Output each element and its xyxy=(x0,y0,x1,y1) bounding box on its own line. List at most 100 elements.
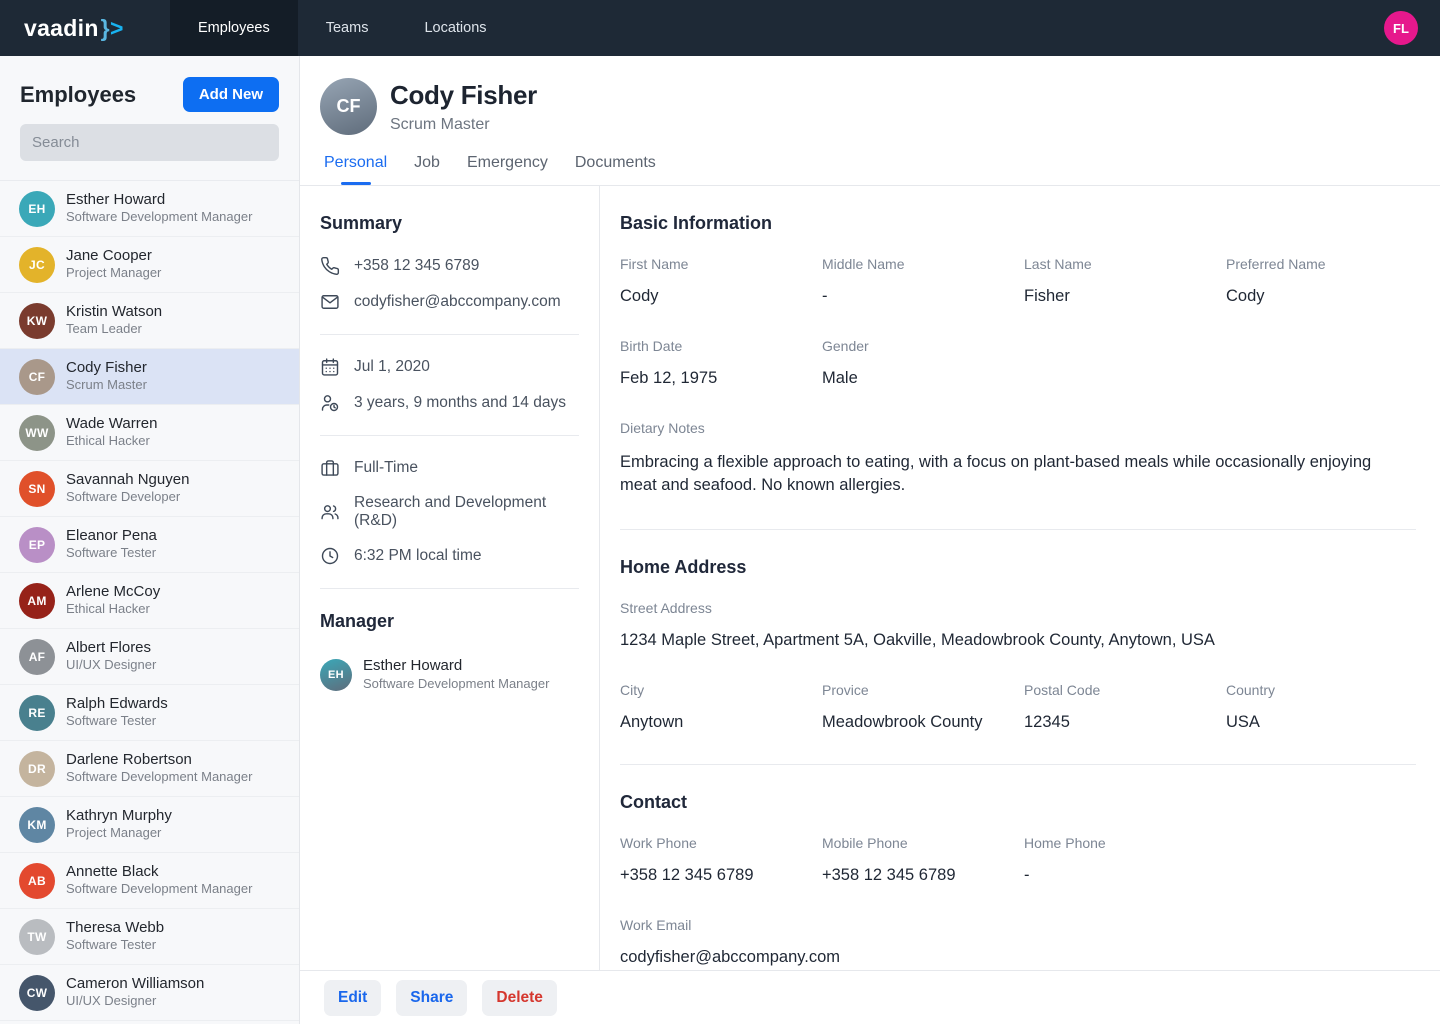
field-value: Embracing a flexible approach to eating,… xyxy=(620,451,1412,497)
employee-list-item[interactable]: CW Cameron Williamson UI/UX Designer xyxy=(0,965,299,1021)
employee-avatar: KM xyxy=(19,807,55,843)
sidebar-title: Employees xyxy=(20,82,136,108)
logo-arrow-icon: > xyxy=(110,15,124,42)
contact-heading: Contact xyxy=(620,792,1416,813)
top-navbar: vaadin}> Employees Teams Locations FL xyxy=(0,0,1440,56)
employee-list-item[interactable]: AF Albert Flores UI/UX Designer xyxy=(0,629,299,685)
employee-role: Software Development Manager xyxy=(66,881,252,898)
phone-icon xyxy=(320,256,340,276)
calendar-icon xyxy=(320,357,340,377)
employee-avatar: KW xyxy=(19,303,55,339)
logo-brace-icon: } xyxy=(101,15,110,42)
employee-name: Esther Howard xyxy=(66,191,252,210)
employee-role: Software Tester xyxy=(66,545,157,562)
profile-tab[interactable]: Job xyxy=(414,154,440,185)
profile-tab[interactable]: Emergency xyxy=(467,154,548,185)
employee-avatar: CW xyxy=(19,975,55,1011)
employee-avatar: AM xyxy=(19,583,55,619)
employee-avatar: DR xyxy=(19,751,55,787)
personal-details: Basic Information First Name Cody Middle… xyxy=(600,186,1440,970)
app-window: vaadin}> Employees Teams Locations FL xyxy=(0,0,1440,1024)
employee-list-item[interactable]: SN Savannah Nguyen Software Developer xyxy=(0,461,299,517)
manager-name: Esther Howard xyxy=(363,657,549,676)
briefcase-icon xyxy=(320,458,340,478)
summary-department: Research and Development (R&D) xyxy=(320,494,579,530)
edit-button[interactable]: Edit xyxy=(324,980,381,1016)
profile-tab-label: Personal xyxy=(324,154,387,171)
field-label: Home Phone xyxy=(1024,835,1226,851)
employee-list-item[interactable]: JC Jane Cooper Project Manager xyxy=(0,237,299,293)
share-button[interactable]: Share xyxy=(396,980,467,1016)
employee-list-item[interactable]: WW Wade Warren Ethical Hacker xyxy=(0,405,299,461)
nav-spacer xyxy=(515,0,1384,56)
detail-field: Gender Male xyxy=(822,338,1024,388)
profile-name: Cody Fisher xyxy=(390,80,537,111)
summary-phone-value: +358 12 345 6789 xyxy=(354,257,479,275)
detail-field: Preferred Name Cody xyxy=(1226,256,1416,306)
delete-button[interactable]: Delete xyxy=(482,980,557,1016)
mail-icon xyxy=(320,292,340,312)
employee-list-item[interactable]: KM Kathryn Murphy Project Manager xyxy=(0,797,299,853)
employee-avatar: SN xyxy=(19,471,55,507)
field-label: First Name xyxy=(620,256,822,272)
nav-item[interactable]: Teams xyxy=(298,0,397,56)
nav-item[interactable]: Employees xyxy=(170,0,298,56)
employee-list-item[interactable]: AB Annette Black Software Development Ma… xyxy=(0,853,299,909)
employee-avatar: WW xyxy=(19,415,55,451)
field-value: codyfisher@abccompany.com xyxy=(620,948,1416,967)
employee-role: Software Development Manager xyxy=(66,209,252,226)
action-bar: Edit Share Delete xyxy=(300,970,1440,1024)
summary-local-time: 6:32 PM local time xyxy=(320,546,579,566)
employee-list-item[interactable]: TW Theresa Webb Software Tester xyxy=(0,909,299,965)
detail-field: Mobile Phone +358 12 345 6789 xyxy=(822,835,1024,885)
employee-name: Kathryn Murphy xyxy=(66,807,172,826)
field-value: - xyxy=(822,287,1024,306)
employee-list-item[interactable]: AM Arlene McCoy Ethical Hacker xyxy=(0,573,299,629)
detail-field: Last Name Fisher xyxy=(1024,256,1226,306)
employees-sidebar: Employees Add New EH Esther Howard Softw… xyxy=(0,56,300,1024)
contact-phone-row: Work Phone +358 12 345 6789 Mobile Phone… xyxy=(620,835,1416,885)
employee-role: Project Manager xyxy=(66,825,172,842)
employee-avatar: RE xyxy=(19,695,55,731)
search-input[interactable] xyxy=(20,124,279,161)
detail-field: Middle Name - xyxy=(822,256,1024,306)
add-new-button[interactable]: Add New xyxy=(183,77,279,112)
summary-department-value: Research and Development (R&D) xyxy=(354,494,579,530)
profile-job-title: Scrum Master xyxy=(390,116,537,134)
logo-text: vaadin xyxy=(24,15,99,42)
employee-list-item[interactable]: EP Eleanor Pena Software Tester xyxy=(0,517,299,573)
manager-card[interactable]: EH Esther Howard Software Development Ma… xyxy=(320,657,579,693)
employee-name: Theresa Webb xyxy=(66,919,164,938)
employee-role: Ethical Hacker xyxy=(66,433,157,450)
employee-role: Team Leader xyxy=(66,321,162,338)
field-label: Last Name xyxy=(1024,256,1226,272)
summary-local-time-value: 6:32 PM local time xyxy=(354,547,482,565)
employee-list-item[interactable]: DR Darlene Robertson Software Developmen… xyxy=(0,741,299,797)
work-email-field: Work Email codyfisher@abccompany.com xyxy=(620,917,1416,967)
field-value: Fisher xyxy=(1024,287,1226,306)
summary-divider xyxy=(320,588,579,589)
field-value: 1234 Maple Street, Apartment 5A, Oakvill… xyxy=(620,631,1416,650)
employee-list-item[interactable]: KW Kristin Watson Team Leader xyxy=(0,293,299,349)
detail-field: City Anytown xyxy=(620,682,822,732)
field-value: 12345 xyxy=(1024,713,1226,732)
user-avatar[interactable]: FL xyxy=(1384,11,1418,45)
employee-list-item[interactable]: RE Ralph Edwards Software Tester xyxy=(0,685,299,741)
field-label: Provice xyxy=(822,682,1024,698)
field-label: Gender xyxy=(822,338,1024,354)
detail-field: Work Phone +358 12 345 6789 xyxy=(620,835,822,885)
employee-role: UI/UX Designer xyxy=(66,657,156,674)
summary-divider xyxy=(320,435,579,436)
nav-item[interactable]: Locations xyxy=(396,0,514,56)
employee-name: Jane Cooper xyxy=(66,247,161,266)
employee-list-item[interactable]: CF Cody Fisher Scrum Master xyxy=(0,349,299,405)
basic-information-heading: Basic Information xyxy=(620,213,1416,234)
employee-list: EH Esther Howard Software Development Ma… xyxy=(0,180,299,1024)
profile-tab[interactable]: Documents xyxy=(575,154,656,185)
profile-tab[interactable]: Personal xyxy=(324,154,387,185)
field-label: Mobile Phone xyxy=(822,835,1024,851)
employee-avatar: TW xyxy=(19,919,55,955)
summary-start-date-value: Jul 1, 2020 xyxy=(354,358,430,376)
employee-list-item[interactable]: EH Esther Howard Software Development Ma… xyxy=(0,181,299,237)
field-value: Male xyxy=(822,369,1024,388)
